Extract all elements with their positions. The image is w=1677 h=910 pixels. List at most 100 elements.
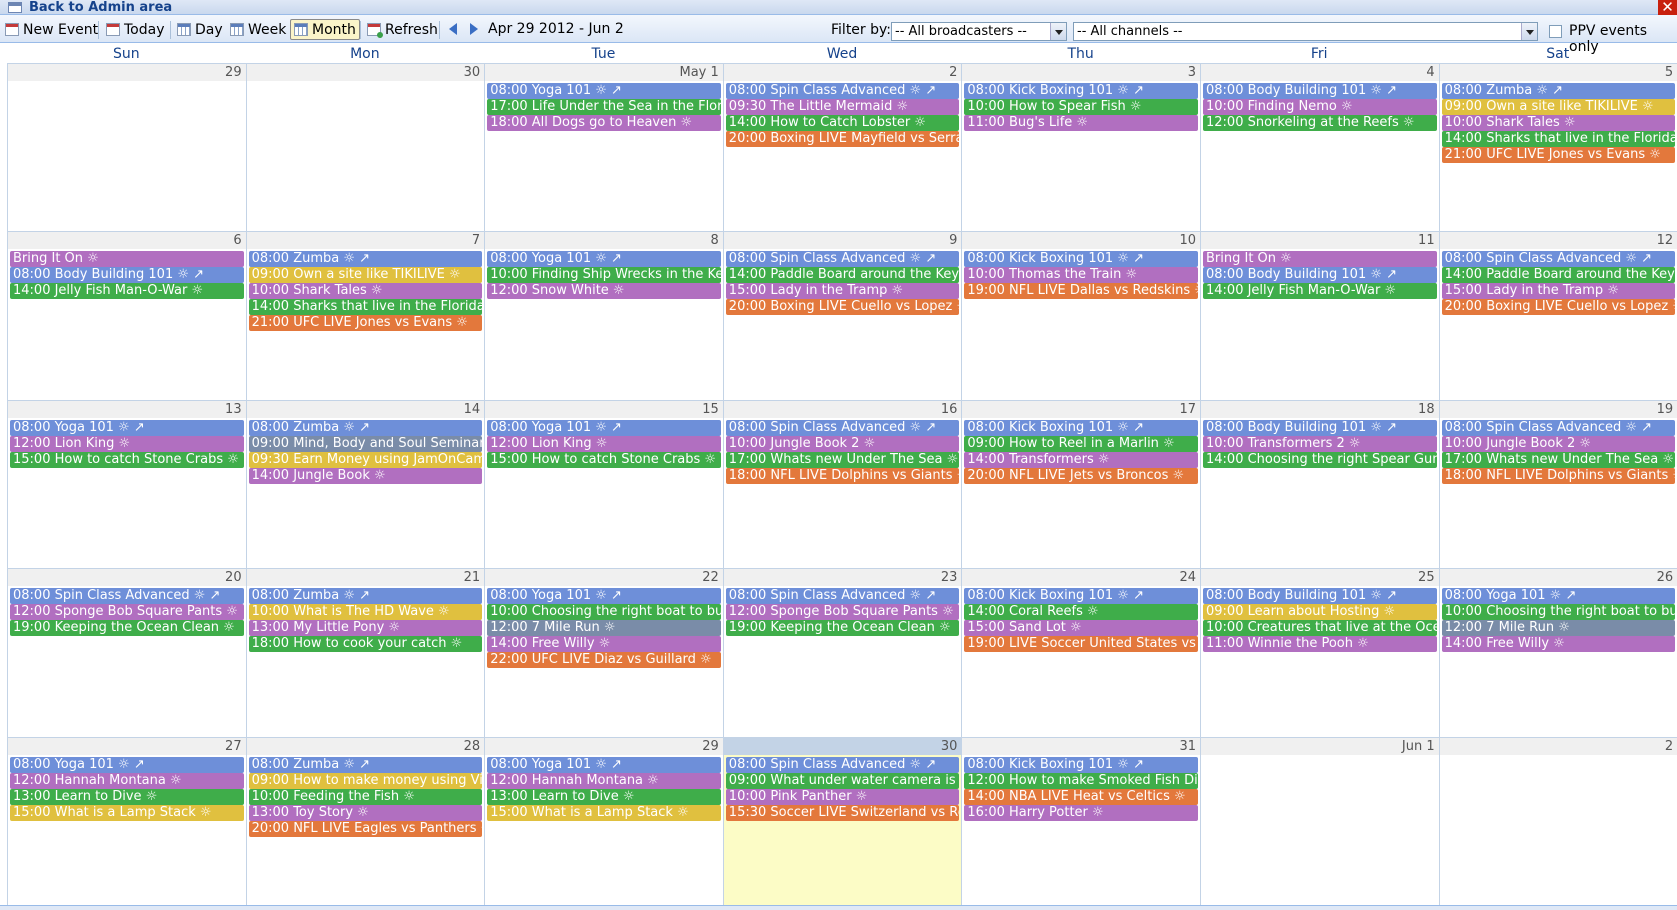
day-cell[interactable]: 31 08:00 Kick Boxing 101 ☼ ↗ 12:00 How to …: [962, 737, 1201, 906]
calendar-event[interactable]: 08:00 Body Building 101 ☼ ↗: [1203, 267, 1437, 284]
calendar-event[interactable]: 08:00 Kick Boxing 101 ☼ ↗: [964, 83, 1198, 99]
day-number[interactable]: 5: [1439, 64, 1677, 81]
calendar-event[interactable]: 10:00 Jungle Book 2 ☼: [1441, 435, 1676, 452]
calendar-event[interactable]: 15:00 What is a Lamp Stack ☼: [10, 804, 244, 821]
day-cell[interactable]: 3 08:00 Kick Boxing 101 ☼ ↗ 10:00 How to S…: [962, 64, 1201, 233]
calendar-event[interactable]: 14:00 Free Willy ☼: [1441, 636, 1676, 653]
calendar-event[interactable]: 08:00 Yoga 101 ☼ ↗: [10, 756, 244, 773]
calendar-event[interactable]: 08:00 Kick Boxing 101 ☼ ↗: [964, 251, 1198, 268]
calendar-event[interactable]: 12:00 7 Mile Run ☼: [1441, 620, 1676, 637]
new-event-button[interactable]: New Event: [5, 19, 98, 40]
calendar-event[interactable]: 15:00 How to catch Stone Crabs ☼: [10, 451, 244, 468]
calendar-event[interactable]: 11:00 Winnie the Pooh ☼: [1203, 636, 1437, 653]
calendar-event[interactable]: 08:00 Spin Class Advanced ☼ ↗: [725, 756, 960, 773]
calendar-event[interactable]: 20:00 NFL LIVE Eagles vs Panthers ☼: [248, 820, 483, 837]
day-cell[interactable]: 8 08:00 Yoga 101 ☼ ↗ 10:00 Finding Ship Wr…: [485, 232, 724, 401]
calendar-event[interactable]: 18:00 NFL LIVE Dolphins vs Giants ☼: [1441, 467, 1676, 484]
calendar-event[interactable]: 08:00 Yoga 101 ☼ ↗: [487, 588, 721, 605]
broadcaster-select[interactable]: -- All broadcasters --: [891, 22, 1067, 41]
day-cell[interactable]: 23 08:00 Spin Class Advanced ☼ ↗ 12:00 Spo…: [723, 569, 963, 738]
calendar-event[interactable]: 15:00 Sand Lot ☼: [964, 620, 1198, 637]
calendar-event[interactable]: 08:00 Yoga 101 ☼ ↗: [487, 756, 721, 773]
day-cell[interactable]: 20 08:00 Spin Class Advanced ☼ ↗ 12:00 Spo…: [8, 569, 247, 738]
day-cell[interactable]: 17 08:00 Kick Boxing 101 ☼ ↗ 09:00 How to …: [962, 400, 1201, 570]
day-number[interactable]: 18: [1201, 400, 1439, 418]
day-number[interactable]: 10: [962, 232, 1200, 250]
ppv-checkbox[interactable]: [1549, 25, 1562, 38]
calendar-event[interactable]: 09:00 How to make money using Video ☼: [248, 772, 483, 789]
calendar-event[interactable]: 08:00 Yoga 101 ☼ ↗: [10, 419, 244, 436]
calendar-event[interactable]: 08:00 Yoga 101 ☼ ↗: [487, 251, 721, 268]
calendar-event[interactable]: 08:00 Kick Boxing 101 ☼ ↗: [964, 419, 1198, 436]
next-arrow-icon[interactable]: [470, 23, 478, 35]
calendar-event[interactable]: 10:00 Finding Ship Wrecks in the Keys ☼: [487, 267, 721, 284]
day-number[interactable]: 11: [1201, 232, 1439, 250]
calendar-event[interactable]: 15:00 How to catch Stone Crabs ☼: [487, 451, 721, 468]
calendar-event[interactable]: 08:00 Body Building 101 ☼ ↗: [1203, 419, 1437, 436]
day-number[interactable]: 19: [1439, 400, 1677, 418]
calendar-event[interactable]: 12:00 Lion King ☼: [10, 435, 244, 452]
calendar-event[interactable]: Bring It On ☼: [1203, 251, 1437, 268]
day-cell[interactable]: 14 08:00 Zumba ☼ ↗ 09:00 Mind, Body and So…: [246, 400, 486, 570]
day-number[interactable]: 6: [8, 232, 246, 250]
calendar-event[interactable]: 14:00 Jungle Book ☼: [248, 467, 483, 484]
chevron-down-icon[interactable]: [1521, 23, 1537, 40]
day-cell[interactable]: 18 08:00 Body Building 101 ☼ ↗ 10:00 Trans…: [1201, 400, 1440, 570]
calendar-event[interactable]: 19:00 Keeping the Ocean Clean ☼: [725, 620, 960, 637]
calendar-event[interactable]: 10:00 Transformers 2 ☼: [1203, 435, 1437, 452]
day-cell[interactable]: 24 08:00 Kick Boxing 101 ☼ ↗ 14:00 Coral R…: [962, 569, 1201, 738]
day-view-button[interactable]: Day: [177, 19, 223, 40]
calendar-event[interactable]: 19:00 NFL LIVE Dallas vs Redskins ☼: [964, 283, 1198, 300]
calendar-event[interactable]: 10:00 Shark Tales ☼: [1441, 115, 1676, 131]
day-cell[interactable]: 27 08:00 Yoga 101 ☼ ↗ 12:00 Hannah Montana…: [8, 737, 247, 906]
calendar-event[interactable]: 09:00 How to Reel in a Marlin ☼: [964, 435, 1198, 452]
calendar-event[interactable]: 18:00 All Dogs go to Heaven ☼: [487, 115, 721, 131]
calendar-event[interactable]: 08:00 Yoga 101 ☼ ↗: [487, 83, 721, 99]
calendar-event[interactable]: 14:00 Jelly Fish Man-O-War ☼: [1203, 283, 1437, 300]
day-number[interactable]: May 1: [485, 64, 723, 81]
day-number[interactable]: 9: [723, 232, 962, 250]
calendar-event[interactable]: 17:00 Whats new Under The Sea ☼: [725, 451, 960, 468]
calendar-event[interactable]: 15:00 What is a Lamp Stack ☼: [487, 804, 721, 821]
day-cell[interactable]: 6 Bring It On ☼ 08:00 Body Building 101 ☼ …: [8, 232, 247, 401]
calendar-event[interactable]: 12:00 Lion King ☼: [487, 435, 721, 452]
day-number[interactable]: 7: [246, 232, 485, 250]
calendar-event[interactable]: 08:00 Zumba ☼ ↗: [248, 251, 483, 268]
day-number[interactable]: 27: [8, 737, 246, 755]
calendar-event[interactable]: 11:00 Bug's Life ☼: [964, 115, 1198, 131]
calendar-event[interactable]: 08:00 Spin Class Advanced ☼ ↗: [10, 588, 244, 605]
calendar-event[interactable]: 12:00 Snorkeling at the Reefs ☼: [1203, 115, 1437, 131]
calendar-event[interactable]: 09:00 Own a site like TIKILIVE ☼: [248, 267, 483, 284]
calendar-event[interactable]: 14:00 NBA LIVE Heat vs Celtics ☼: [964, 788, 1198, 805]
refresh-button[interactable]: Refresh: [367, 19, 438, 40]
calendar-event[interactable]: 19:00 Keeping the Ocean Clean ☼: [10, 620, 244, 637]
day-number[interactable]: 4: [1201, 64, 1439, 81]
calendar-event[interactable]: 14:00 Transformers ☼: [964, 451, 1198, 468]
day-cell[interactable]: 29: [8, 64, 247, 233]
calendar-event[interactable]: 08:00 Spin Class Advanced ☼ ↗: [725, 83, 960, 99]
day-number[interactable]: 29: [485, 737, 723, 755]
day-cell[interactable]: 7 08:00 Zumba ☼ ↗ 09:00 Own a site like TI…: [246, 232, 486, 401]
calendar-event[interactable]: 08:00 Spin Class Advanced ☼ ↗: [1441, 419, 1676, 436]
day-cell[interactable]: 11 Bring It On ☼ 08:00 Body Building 101 ☼…: [1201, 232, 1440, 401]
calendar-event[interactable]: 10:00 What is The HD Wave ☼: [248, 604, 483, 621]
calendar-event[interactable]: 20:00 Boxing LIVE Cuello vs Lopez ☼: [725, 299, 960, 316]
calendar-event[interactable]: 12:00 Hannah Montana ☼: [10, 772, 244, 789]
calendar-event[interactable]: 12:00 Sponge Bob Square Pants ☼: [10, 604, 244, 621]
calendar-event[interactable]: 09:30 The Little Mermaid ☼: [725, 99, 960, 115]
calendar-event[interactable]: 20:00 NFL LIVE Jets vs Broncos ☼: [964, 467, 1198, 484]
today-button[interactable]: Today: [106, 19, 165, 40]
calendar-event[interactable]: 22:00 UFC LIVE Diaz vs Guillard ☼: [487, 652, 721, 669]
calendar-event[interactable]: 09:30 Earn Money using JamOnCam ☼: [248, 451, 483, 468]
day-cell[interactable]: 2: [1439, 737, 1677, 906]
calendar-event[interactable]: 09:00 Learn about Hosting ☼: [1203, 604, 1437, 621]
calendar-event[interactable]: 08:00 Spin Class Advanced ☼ ↗: [725, 251, 960, 268]
day-cell[interactable]: 26 08:00 Yoga 101 ☼ ↗ 10:00 Choosing the r…: [1439, 569, 1677, 737]
chevron-down-icon[interactable]: [1050, 23, 1066, 40]
day-cell[interactable]: May 1 08:00 Yoga 101 ☼ ↗ 17:00 Life Under …: [485, 64, 724, 233]
day-cell[interactable]: Jun 1: [1201, 737, 1440, 906]
calendar-event[interactable]: 08:00 Body Building 101 ☼ ↗: [1203, 83, 1437, 99]
day-number[interactable]: 25: [1201, 569, 1439, 587]
calendar-event[interactable]: 08:00 Spin Class Advanced ☼ ↗: [1441, 251, 1676, 268]
calendar-event[interactable]: 10:00 Shark Tales ☼: [248, 283, 483, 300]
